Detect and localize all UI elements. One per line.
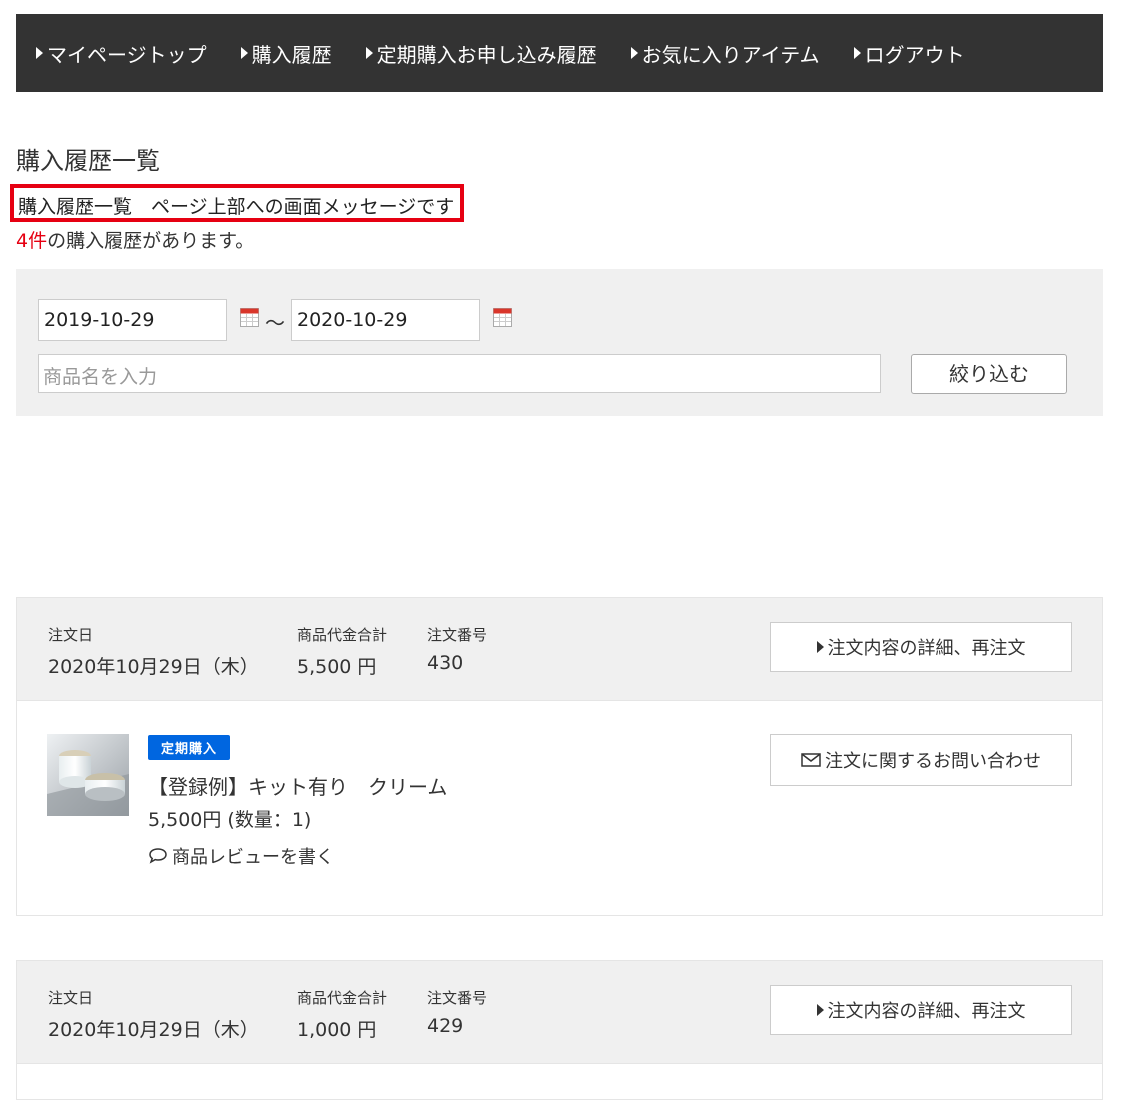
subscription-badge: 定期購入 [148,735,231,760]
order-date-value: 2020年10月29日（木） [48,656,259,678]
order-date-label: 注文日 [48,989,94,1007]
date-range-separator: ～ [265,311,285,335]
order-number-value: 430 [427,652,464,674]
order-item: 定期購入 【登録例】キット有り クリーム 5,500円 (数量：1) 商品レビュ… [17,701,1102,915]
product-name-input[interactable]: 商品名を入力 [38,354,881,393]
order-header: 注文日 2020年10月29日（木） 商品代金合計 5,500 円 注文番号 4… [17,598,1102,701]
nav-item-label: ログアウト [864,42,965,67]
page-title: 購入履歴一覧 [16,147,160,175]
product-thumbnail[interactable] [47,734,129,816]
history-count-text: 4件の購入履歴があります。 [16,226,254,253]
order-header: 注文日 2020年10月29日（木） 商品代金合計 1,000 円 注文番号 4… [17,961,1102,1064]
order-card: 注文日 2020年10月29日（木） 商品代金合計 5,500 円 注文番号 4… [16,597,1103,916]
order-date-label: 注文日 [48,626,94,644]
nav-item-label: マイページトップ [47,42,207,67]
nav-item-label: 定期購入お申し込み履歴 [376,42,597,67]
calendar-icon[interactable] [240,308,259,327]
order-number-label: 注文番号 [427,626,488,644]
order-detail-label: 注文内容の詳細、再注文 [827,638,1026,659]
order-total-label: 商品代金合計 [297,989,388,1007]
caret-right-icon [365,47,373,59]
write-review-label: 商品レビューを書く [172,847,334,868]
order-card: 注文日 2020年10月29日（木） 商品代金合計 1,000 円 注文番号 4… [16,960,1103,1100]
filter-button[interactable]: 絞り込む [911,354,1067,394]
page-notice-message: 購入履歴一覧 ページ上部への画面メッセージです [10,184,465,222]
nav-item-label: 購入履歴 [251,42,332,67]
order-total-value: 5,500 円 [297,656,377,678]
history-count: 4件 [16,230,48,252]
nav-item-mypage-top[interactable]: マイページトップ [36,39,207,68]
nav-item-favorites[interactable]: お気に入りアイテム [630,39,820,68]
product-price: 5,500円 (数量：1) [148,809,312,831]
order-contact-button[interactable]: 注文に関するお問い合わせ [770,734,1072,786]
nav-item-subscription-history[interactable]: 定期購入お申し込み履歴 [365,39,597,68]
caret-right-icon [630,47,638,59]
date-from-input[interactable]: 2019-10-29 [38,299,227,341]
caret-right-icon [816,641,824,653]
calendar-icon[interactable] [493,308,512,327]
caret-right-icon [853,47,861,59]
caret-right-icon [816,1004,824,1016]
history-count-suffix: の購入履歴があります。 [47,230,255,252]
envelope-icon [801,753,821,767]
mypage-nav: マイページトップ 購入履歴 定期購入お申し込み履歴 お気に入りアイテム ログアウ… [16,14,1103,92]
caret-right-icon [240,47,248,59]
nav-item-purchase-history[interactable]: 購入履歴 [240,39,332,68]
order-contact-label: 注文に関するお問い合わせ [825,751,1041,772]
write-review-link[interactable]: 商品レビューを書く [148,843,334,869]
caret-right-icon [36,47,43,59]
order-detail-button[interactable]: 注文内容の詳細、再注文 [770,985,1072,1035]
order-detail-label: 注文内容の詳細、再注文 [827,1001,1026,1022]
nav-item-label: お気に入りアイテム [641,42,820,67]
date-to-input[interactable]: 2020-10-29 [291,299,480,341]
order-total-value: 1,000 円 [297,1019,377,1041]
order-number-value: 429 [427,1015,464,1037]
nav-item-logout[interactable]: ログアウト [853,39,965,68]
order-total-label: 商品代金合計 [297,626,388,644]
order-date-value: 2020年10月29日（木） [48,1019,259,1041]
product-name[interactable]: 【登録例】キット有り クリーム [148,771,447,800]
search-panel: 2019-10-29 ～ 2020-10-29 商品名を入力 絞り込む [16,269,1103,416]
speech-bubble-icon [149,848,167,864]
order-number-label: 注文番号 [427,989,488,1007]
order-detail-button[interactable]: 注文内容の詳細、再注文 [770,622,1072,672]
